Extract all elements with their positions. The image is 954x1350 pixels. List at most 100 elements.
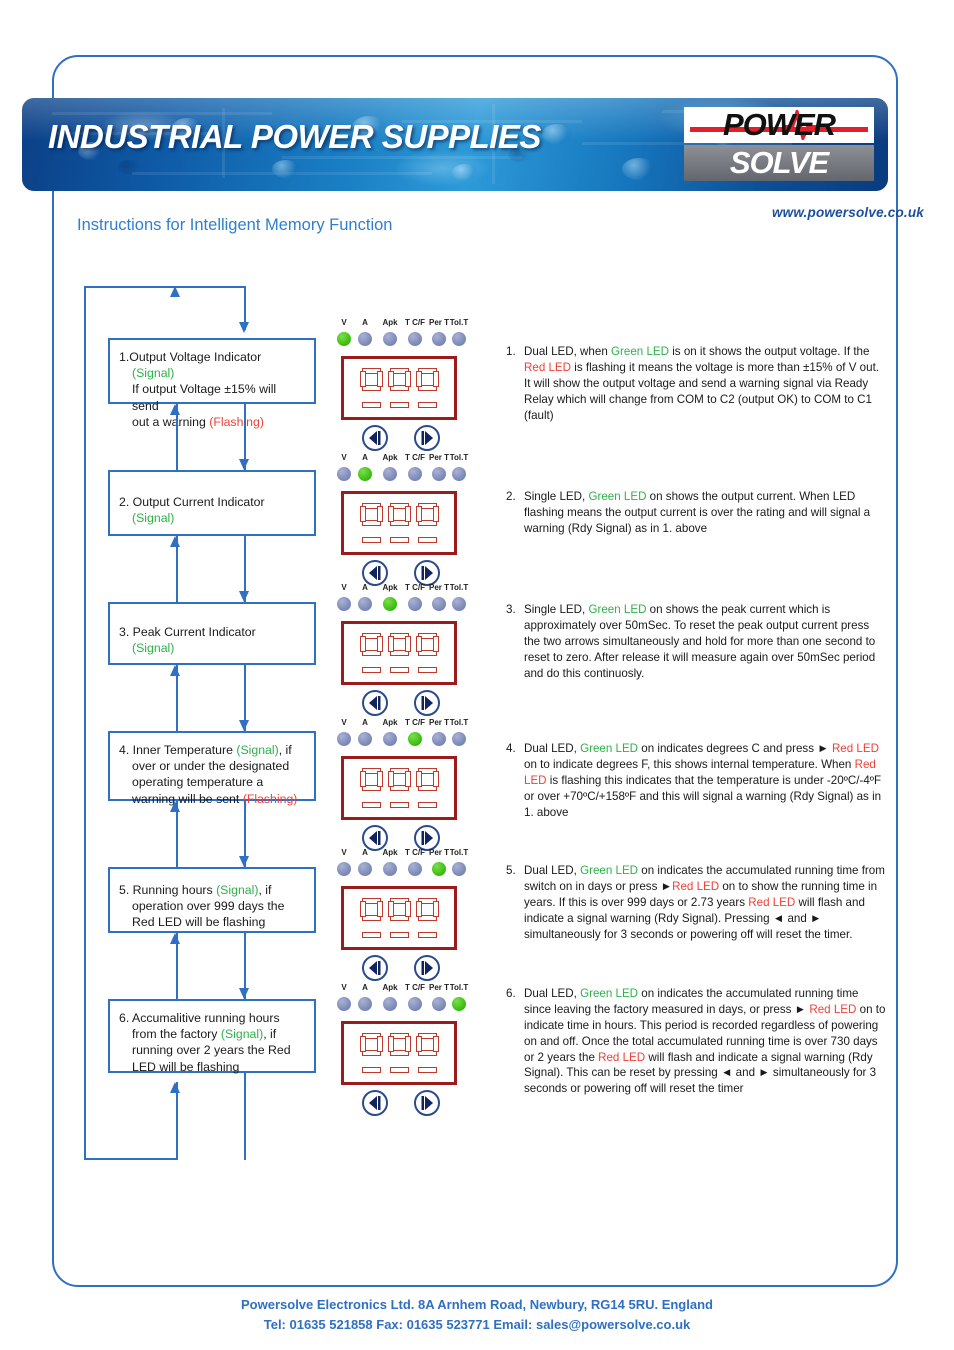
- panel-label-tolt: Tol.T: [449, 318, 469, 327]
- panel-label-tolt: Tol.T: [449, 848, 469, 857]
- note-number: 2.: [506, 490, 516, 503]
- led-indicator-apk-off: [383, 332, 397, 346]
- flow-arrow-down-4: [239, 856, 249, 867]
- digit-segment: [359, 771, 366, 787]
- flow-box-1-line1: 1.Output Voltage Indicator (Signal): [119, 350, 262, 381]
- flow-box-4-line3: operating temperature a: [132, 775, 264, 790]
- flow-entry-top: [176, 286, 246, 288]
- right-arrow-button[interactable]: [414, 425, 440, 451]
- note-text-green: Green LED: [580, 987, 639, 1000]
- instruction-note-1: 1. Dual LED, when Green LED is on it show…: [506, 344, 888, 423]
- panel-label-a: A: [362, 583, 368, 592]
- panel-label-apk: Apk: [382, 583, 398, 592]
- instruction-note-2: 2. Single LED, Green LED on shows the out…: [506, 489, 888, 537]
- digit-segment: [415, 371, 422, 387]
- display-digit: [415, 368, 439, 408]
- digit-segment: [389, 667, 409, 673]
- left-arrow-button[interactable]: [362, 690, 388, 716]
- flow-box-5: 5. Running hours (Signal), if operation …: [108, 867, 316, 933]
- footer-address: Powersolve Electronics Ltd. 8A Arnhem Ro…: [241, 1297, 713, 1312]
- header-banner: INDUSTRIAL POWER SUPPLIES POWER SOLVE: [22, 98, 888, 191]
- panel-label-tolt: Tol.T: [449, 718, 469, 727]
- digit-segment: [404, 1036, 411, 1052]
- led-panel-2: V A Apk T C/F Per T Tol.T: [332, 453, 468, 586]
- panel-buttons: [332, 1090, 466, 1116]
- flow-box-2-line1: 2. Output Current Indicator: [119, 495, 265, 509]
- flow-box-5-line1: 5. Running hours (Signal), if: [119, 883, 272, 897]
- footer: Powersolve Electronics Ltd. 8A Arnhem Ro…: [0, 1295, 954, 1335]
- right-arrow-button[interactable]: [414, 690, 440, 716]
- digit-segment: [389, 402, 409, 408]
- panel-led-row: [332, 467, 466, 484]
- digit-segment: [415, 506, 422, 522]
- digit-segment: [359, 636, 366, 652]
- left-triangle-icon: [369, 431, 381, 445]
- flow-box-6-line3: running over 2 years the Red: [132, 1043, 291, 1058]
- led-indicator-a-off: [358, 997, 372, 1011]
- note-text-black: Dual LED,: [524, 742, 581, 755]
- left-arrow-button[interactable]: [362, 955, 388, 981]
- led-indicator-apk-on: [383, 597, 397, 611]
- page-subtitle: Instructions for Intelligent Memory Func…: [77, 216, 393, 234]
- display-digit: [359, 633, 383, 673]
- panel-led-row: [332, 862, 466, 879]
- powersolve-logo: POWER SOLVE: [684, 107, 874, 181]
- panel-label-a: A: [362, 718, 368, 727]
- led-indicator-v-on: [337, 332, 351, 346]
- note-body: Dual LED, when Green LED is on it shows …: [506, 344, 888, 423]
- led-indicator-tcf-off: [408, 997, 422, 1011]
- flow-box-1-line2: If output Voltage ±15% will send: [132, 382, 277, 413]
- panel-label-tolt: Tol.T: [449, 583, 469, 592]
- left-arrow-button[interactable]: [362, 425, 388, 451]
- flow-box-4-line2: over or under the designated: [132, 759, 290, 774]
- panel-labels: V A Apk T C/F Per T Tol.T: [332, 718, 469, 731]
- digit-segment: [417, 932, 437, 938]
- display-digit: [359, 1033, 383, 1073]
- digit-segment: [359, 901, 366, 917]
- digit-segment: [432, 371, 439, 387]
- led-indicator-v-off: [337, 732, 351, 746]
- note-text-red: Red LED: [748, 895, 796, 909]
- note-text-black: Single LED,: [524, 603, 589, 616]
- panel-label-apk: Apk: [382, 848, 398, 857]
- led-indicator-v-off: [337, 862, 351, 876]
- left-triangle-icon: [369, 696, 381, 710]
- flow-arrow-up-5: [170, 933, 180, 944]
- instruction-note-5: 5. Dual LED, Green LED on indicates the a…: [506, 863, 888, 942]
- digit-segment: [432, 506, 439, 522]
- digit-segment: [389, 802, 409, 808]
- note-body: Single LED, Green LED on shows the peak …: [506, 602, 888, 681]
- digit-segment: [387, 901, 394, 917]
- digit-segment: [404, 901, 411, 917]
- led-indicator-a-off: [358, 862, 372, 876]
- led-indicator-apk-off: [383, 997, 397, 1011]
- note-text-green: Green LED: [580, 742, 639, 755]
- note-number: 4.: [506, 742, 516, 755]
- note-text-black: is flashing this indicates that the temp…: [524, 773, 882, 819]
- panel-label-tcf: T C/F: [405, 848, 425, 857]
- note-text-black: Dual LED,: [524, 864, 581, 877]
- led-indicator-v-off: [337, 467, 351, 481]
- led-indicator-apk-off: [383, 862, 397, 876]
- instruction-note-4: 4. Dual LED, Green LED on indicates degre…: [506, 741, 888, 820]
- note-text-green: Green LED: [588, 490, 647, 503]
- panel-label-tcf: T C/F: [405, 983, 425, 992]
- right-arrow-button[interactable]: [414, 1090, 440, 1116]
- digit-segment: [415, 1036, 422, 1052]
- panel-buttons: [332, 425, 466, 451]
- led-indicator-tolt-off: [452, 862, 466, 876]
- flow-arrow-down-2: [239, 591, 249, 602]
- left-triangle-icon: [369, 831, 381, 845]
- right-arrow-button[interactable]: [414, 955, 440, 981]
- led-indicator-pert-on: [432, 862, 446, 876]
- digit-segment: [417, 402, 437, 408]
- panel-led-row: [332, 332, 466, 349]
- led-panel-1: V A Apk T C/F Per T Tol.T: [332, 318, 469, 451]
- panel-label-a: A: [362, 453, 368, 462]
- digit-segment: [404, 636, 411, 652]
- led-indicator-tolt-off: [452, 332, 466, 346]
- panel-label-apk: Apk: [382, 718, 398, 727]
- note-text-green: Green LED: [588, 603, 647, 616]
- digit-segment: [361, 1067, 381, 1073]
- left-arrow-button[interactable]: [362, 1090, 388, 1116]
